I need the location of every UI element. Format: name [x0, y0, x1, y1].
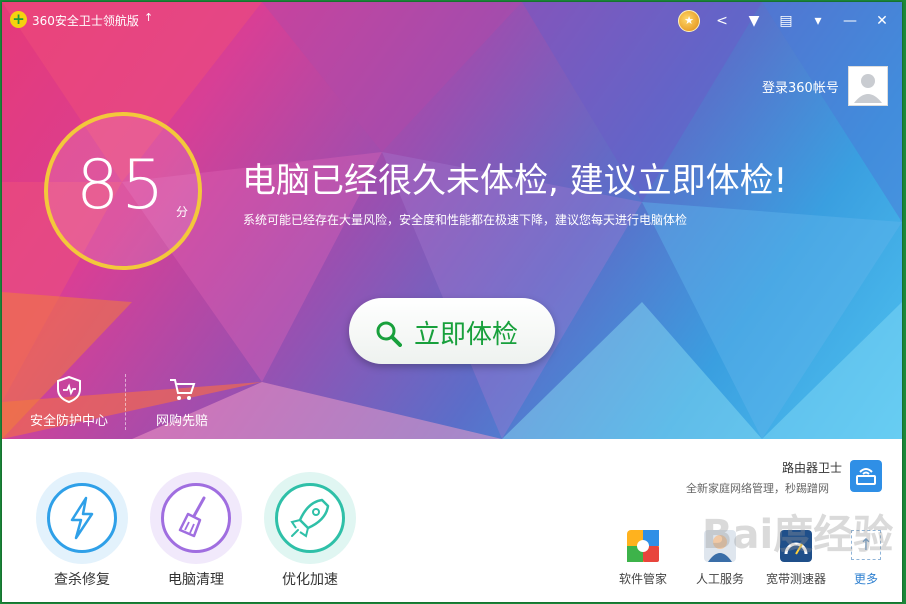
software-manager-label: 软件管家	[618, 572, 667, 586]
login-link[interactable]: 登录360帐号	[762, 77, 839, 96]
speedup-disc	[264, 472, 356, 564]
subheadline: 系统可能已经存在大量风险，安全度和性能都在极速下降，建议您每天进行电脑体检	[243, 213, 688, 227]
speedtest-label: 宽带测速器	[765, 572, 826, 586]
router-guard-title[interactable]: 路由器卫士	[782, 459, 842, 476]
minimize-icon[interactable]: —	[840, 11, 860, 31]
menu-icon[interactable]: ▾	[808, 11, 828, 31]
speedup-label: 优化加速	[282, 572, 338, 588]
scan-now-label: 立即体检	[414, 320, 519, 350]
virus-scan-button[interactable]: 查杀修复	[32, 472, 132, 589]
scan-now-button[interactable]: 立即体检	[349, 298, 555, 364]
divider	[125, 374, 127, 430]
security-center-label: 安全防护中心	[29, 414, 108, 429]
cleanup-button[interactable]: 电脑清理	[146, 472, 246, 589]
window-controls: ★ < ▼ ▤ ▾ — ✕	[678, 10, 892, 32]
shopping-compensation-label: 网购先赔	[155, 414, 208, 429]
title-bar[interactable]: + 360安全卫士领航版 ↑ ★ < ▼ ▤ ▾ — ✕	[2, 2, 902, 36]
shield-icon	[57, 375, 81, 404]
router-icon[interactable]	[850, 460, 882, 492]
app-logo-icon: +	[10, 11, 27, 28]
more-label: 更多	[853, 572, 878, 586]
headline: 电脑已经很久未体检, 建议立即体检!	[242, 161, 788, 201]
hero-banner: + 360安全卫士领航版 ↑ ★ < ▼ ▤ ▾ — ✕ 登录360帐号 85 …	[2, 2, 902, 439]
share-icon[interactable]: <	[712, 11, 732, 31]
user-silhouette-icon	[854, 74, 882, 103]
upgrade-arrow-icon[interactable]: ↑	[144, 11, 153, 24]
close-icon[interactable]: ✕	[872, 11, 892, 31]
cleanup-label: 电脑清理	[168, 572, 224, 588]
score-value: 85	[76, 146, 167, 225]
medal-icon[interactable]: ★	[678, 10, 700, 32]
software-manager-button[interactable]: 软件管家	[608, 530, 678, 587]
feedback-icon[interactable]: ▤	[776, 11, 796, 31]
cart-icon	[170, 379, 196, 400]
router-guard-subtitle: 全新家庭网络管理，秒踢蹭网	[686, 482, 829, 495]
software-manager-icon	[627, 530, 659, 562]
lightning-icon	[70, 496, 94, 540]
rocket-icon	[290, 498, 330, 538]
security-center-item[interactable]: 安全防护中心	[24, 374, 114, 429]
shopping-compensation-item[interactable]: 网购先赔	[137, 374, 227, 429]
speedup-button[interactable]: 优化加速	[260, 472, 360, 589]
search-icon	[376, 321, 402, 347]
virus-scan-label: 查杀修复	[54, 572, 110, 588]
skin-icon[interactable]: ▼	[744, 11, 764, 31]
score-unit: 分	[176, 205, 189, 219]
avatar[interactable]	[848, 66, 888, 106]
virus-scan-disc	[36, 472, 128, 564]
cleanup-disc	[150, 472, 242, 564]
app-title: 360安全卫士领航版	[32, 14, 139, 28]
broom-icon	[178, 496, 206, 538]
watermark: Bai度经验	[702, 512, 894, 558]
app-window: + 360安全卫士领航版 ↑ ★ < ▼ ▤ ▾ — ✕ 登录360帐号 85 …	[2, 2, 902, 602]
support-label: 人工服务	[695, 572, 744, 586]
